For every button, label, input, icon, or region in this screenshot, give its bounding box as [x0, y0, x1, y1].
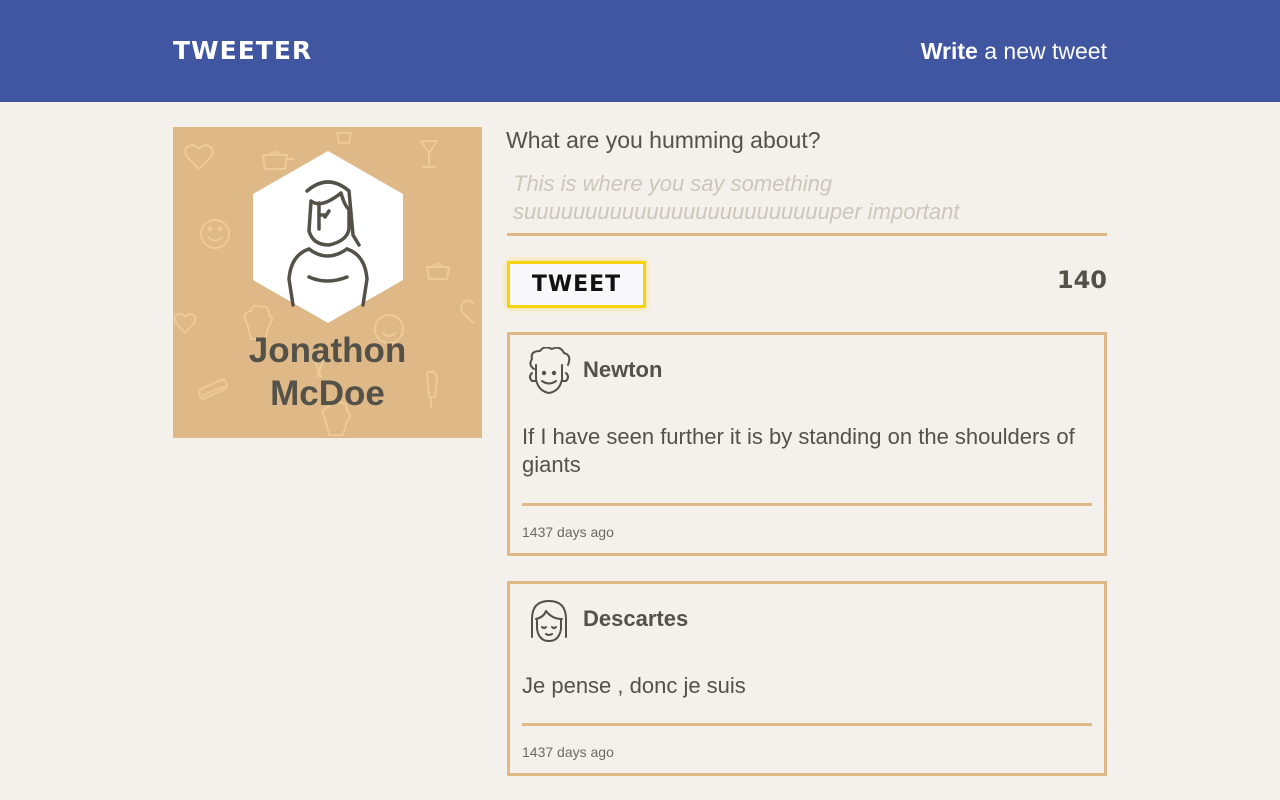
curly-hair-man-avatar-icon: [529, 347, 571, 394]
tweet-text: If I have seen further it is by standing…: [522, 424, 1075, 477]
tweet-card: Descartes Je pense , donc je suis 1437 d…: [507, 581, 1107, 776]
profile-first-name: Jonathon: [248, 331, 407, 370]
tweet-button[interactable]: TWEET: [507, 261, 646, 308]
tweet-timestamp: 1437 days ago: [522, 744, 614, 760]
tweet-text: Je pense , donc je suis: [522, 673, 746, 698]
tweet-author[interactable]: Descartes: [583, 606, 688, 632]
tweet-input[interactable]: [507, 170, 1107, 236]
write-link-strong: Write: [920, 38, 978, 64]
app-logo[interactable]: TWEETER: [173, 36, 312, 65]
compose-label: What are you humming about?: [506, 127, 821, 153]
bob-hair-avatar-icon: [531, 600, 567, 642]
tweet-divider: [522, 503, 1092, 506]
character-counter: 140: [1056, 266, 1107, 294]
tweet-card: Newton If I have seen further it is by s…: [507, 332, 1107, 556]
profile-name: Jonathon McDoe: [173, 329, 482, 415]
tweet-author[interactable]: Newton: [583, 357, 662, 383]
tweet-timestamp: 1437 days ago: [522, 524, 614, 540]
top-bar: TWEETER Write a new tweet: [0, 0, 1280, 102]
woman-avatar-icon: [253, 151, 403, 323]
profile-last-name: McDoe: [270, 374, 385, 413]
profile-card: Jonathon McDoe: [173, 127, 482, 438]
write-link-rest: a new tweet: [977, 38, 1107, 64]
write-new-tweet-link[interactable]: Write a new tweet: [921, 38, 1107, 65]
tweet-divider: [522, 723, 1092, 726]
